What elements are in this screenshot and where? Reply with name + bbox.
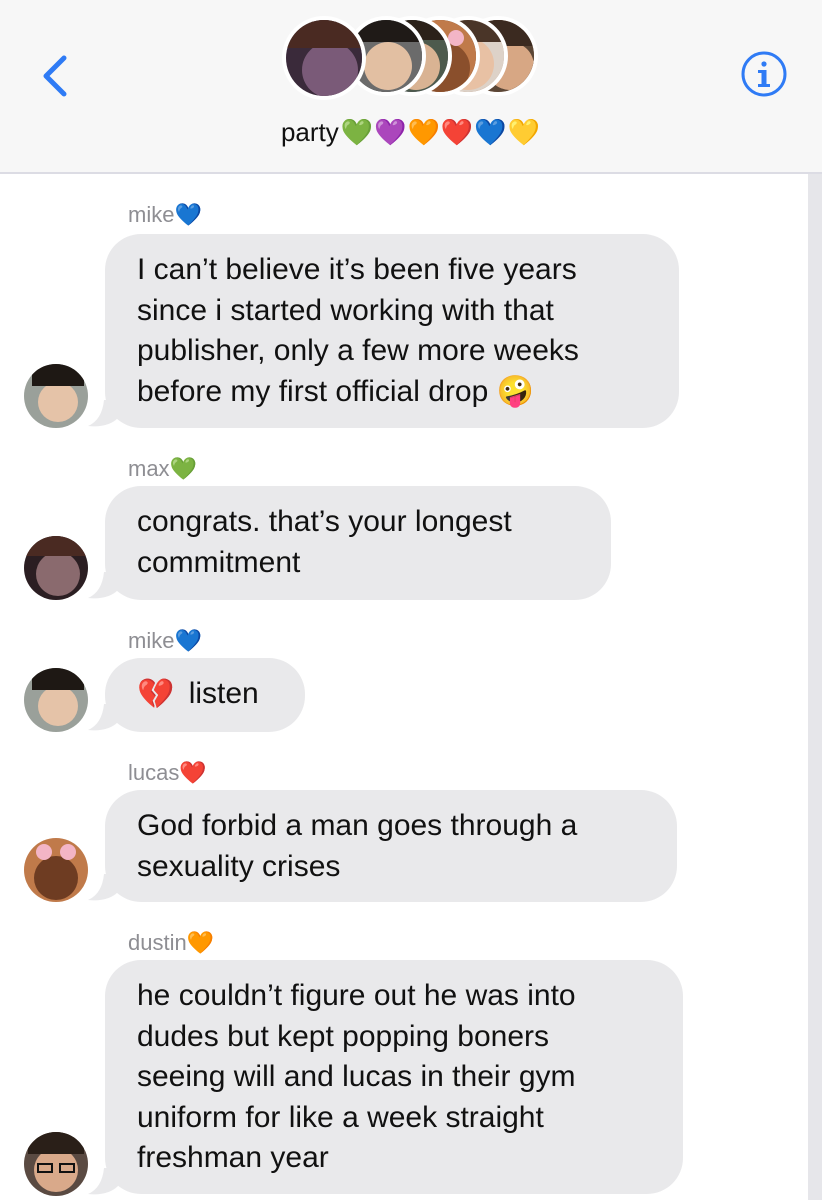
avatar-mike[interactable] [24,364,88,428]
bubble-tail [88,1168,118,1195]
info-button[interactable] [740,50,788,98]
avatar-mike[interactable] [24,668,88,732]
message-bubble[interactable]: congrats. that’s your longest commitment [105,486,611,600]
message-text-line: seeing will and lucas in their gym [137,1060,576,1093]
avatar-max[interactable] [24,536,88,600]
back-button[interactable] [36,52,76,100]
message-bubble[interactable]: 💔 listen [105,658,305,732]
message-list: mike💙 I can’t believe it’s been five yea… [0,174,808,1200]
message-text-line: he couldn’t figure out he was into [137,979,576,1012]
chevron-left-icon [43,55,67,97]
group-name[interactable]: party 💚💜🧡❤️💙💛 [0,112,822,152]
avatar-dustin[interactable] [24,1132,88,1196]
avatar-lucas[interactable] [24,838,88,902]
bubble-tail [88,704,118,731]
sender-label: dustin🧡 [128,930,215,955]
group-avatar-stack[interactable] [282,16,542,104]
message-text-line: before my first official drop 🤪 [137,372,647,413]
sender-label: max💚 [128,456,197,481]
message-text-line: I can’t believe it’s been five years [137,253,577,286]
conversation-header: party 💚💜🧡❤️💙💛 [0,0,822,174]
message-text-line: 💔 listen [137,674,273,715]
bubble-tail [88,400,118,427]
broken-heart-emoji: 💔 [137,677,175,711]
message-bubble[interactable]: I can’t believe it’s been five years sin… [105,234,679,428]
message-text-line: congrats. that’s your longest [137,505,512,538]
participant-avatar [282,16,366,100]
message-text-line: since i started working with that [137,293,554,327]
message-bubble[interactable]: God forbid a man goes through a sexualit… [105,790,677,902]
zany-face-emoji: 🤪 [496,375,534,409]
message-text-line: publisher, only a few more weeks [137,334,579,367]
message-text-line: uniform for like a week straight [137,1100,544,1134]
group-name-text: party [280,116,339,147]
message-text-line: dudes but kept popping boners [137,1019,549,1053]
sender-label: mike💙 [128,628,202,653]
group-name-hearts: 💚💜🧡❤️💙💛 [340,116,542,147]
message-text-line: freshman year [137,1141,329,1174]
sender-label: mike💙 [128,202,202,227]
bubble-tail [88,572,118,599]
message-bubble[interactable]: he couldn’t figure out he was into dudes… [105,960,683,1194]
message-text-line: sexuality crises [137,849,341,883]
sender-label: lucas❤️ [128,760,207,785]
message-text-line: commitment [137,545,301,579]
message-text-line: God forbid a man goes through a [137,809,578,842]
info-circle-icon [741,51,787,97]
bubble-tail [88,874,118,901]
scrollbar[interactable] [808,174,822,1200]
